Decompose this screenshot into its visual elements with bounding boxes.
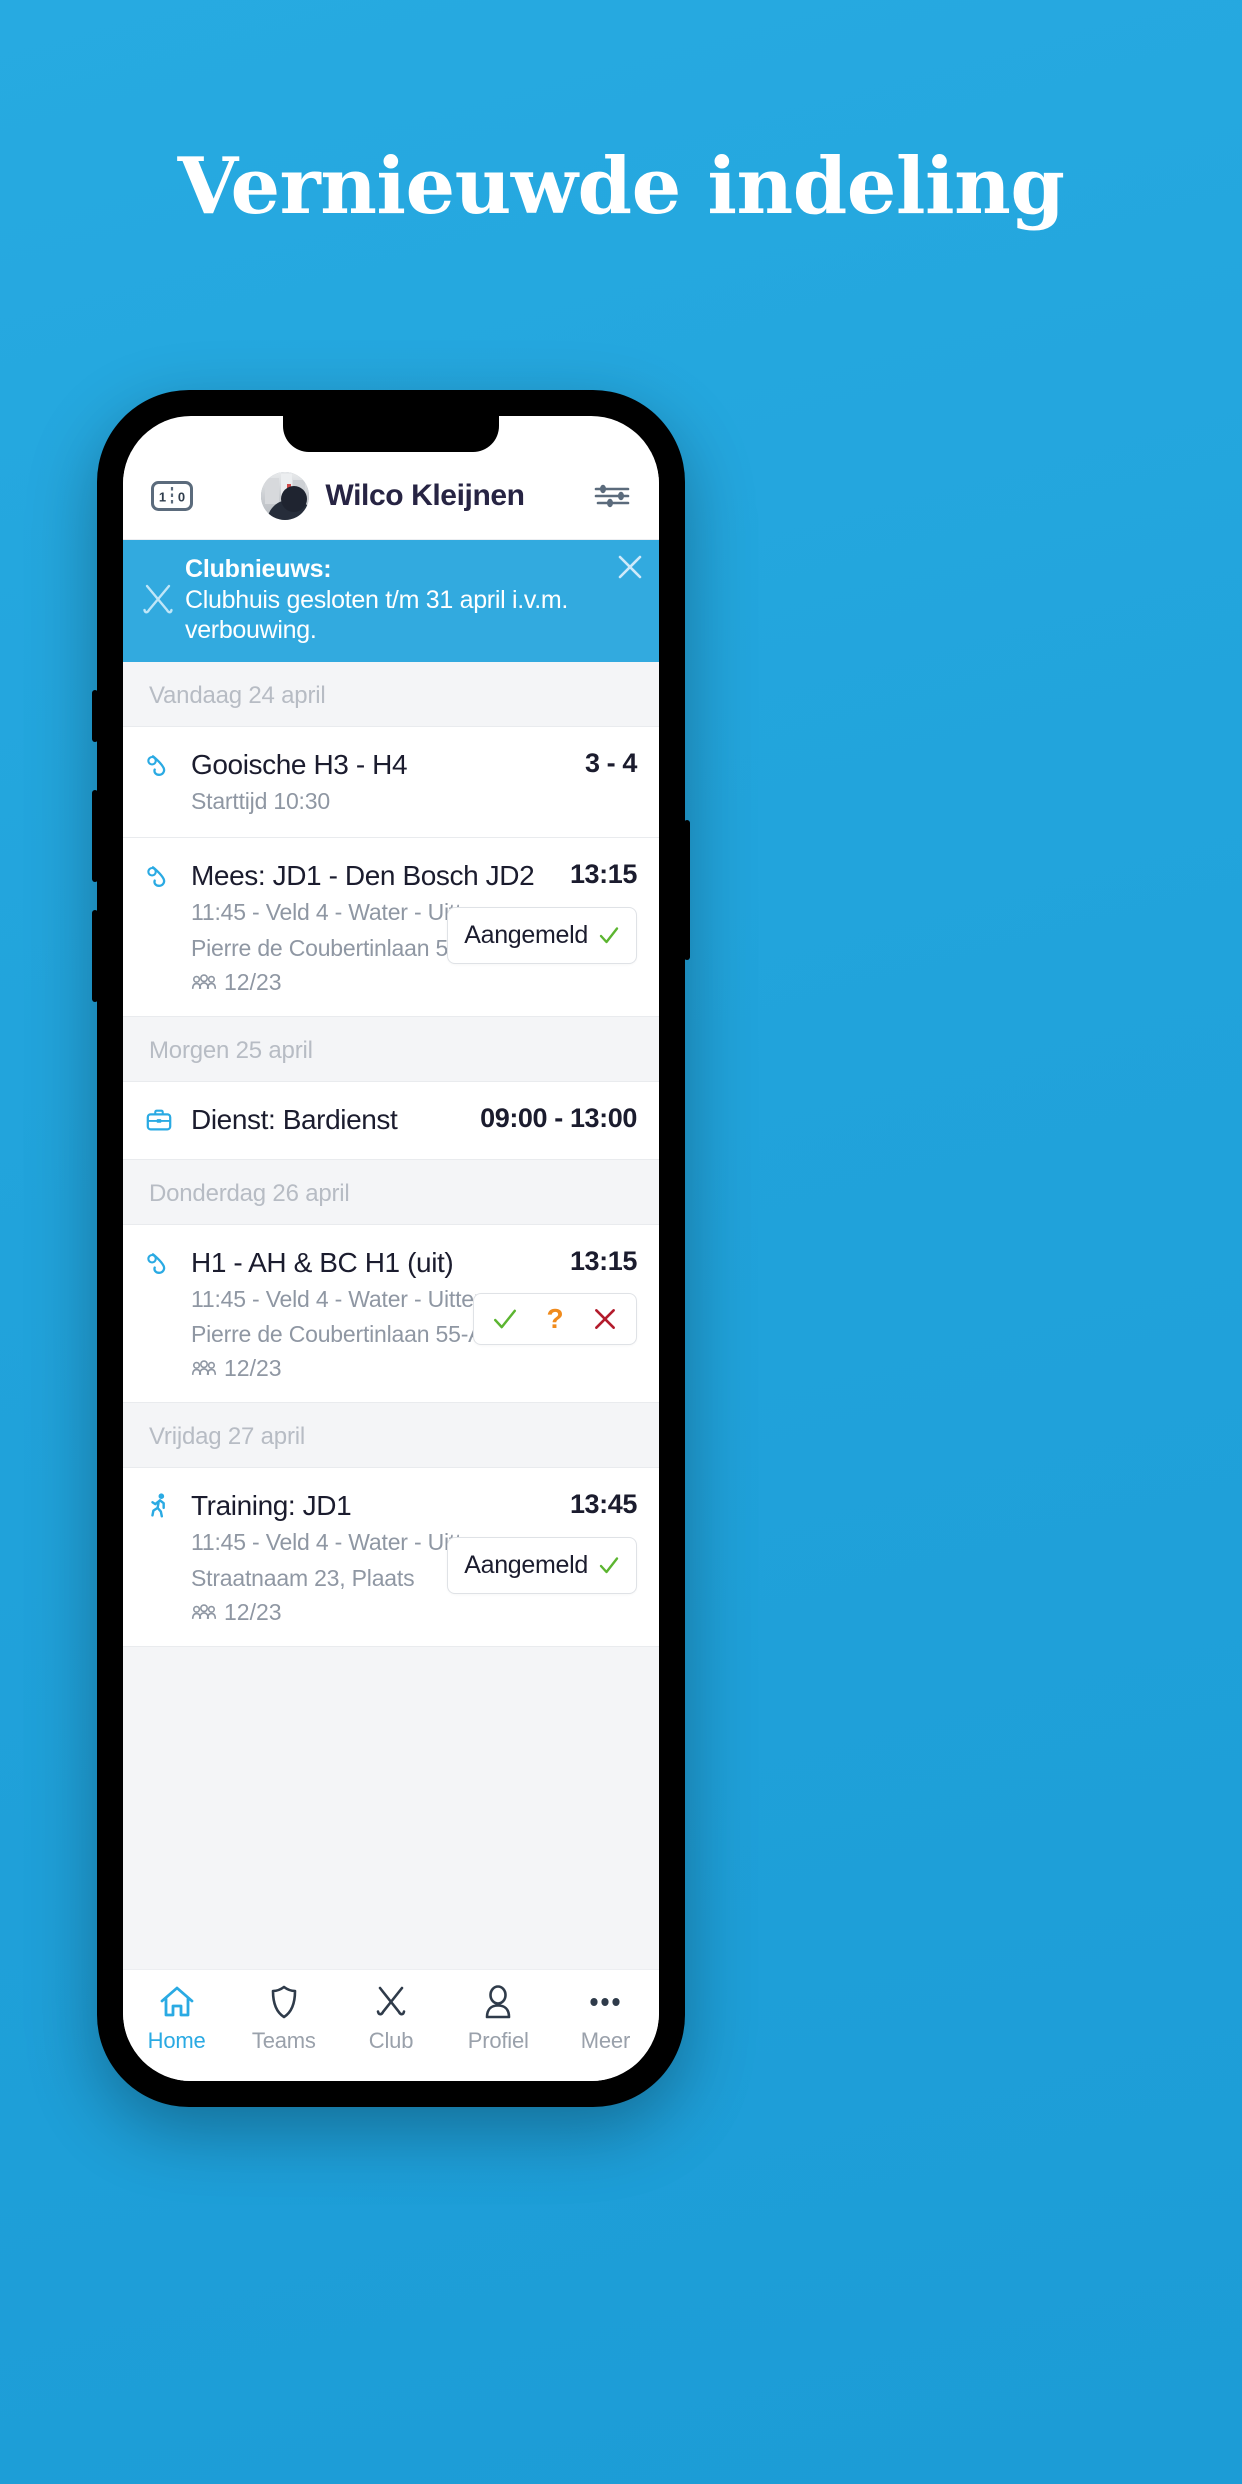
shield-icon bbox=[268, 1982, 300, 2022]
cross-icon bbox=[595, 1309, 615, 1330]
rsvp-yes-button[interactable] bbox=[490, 1304, 520, 1334]
event-subtitle: 11:45 - Veld 4 - Water - Uittenue bbox=[191, 1529, 512, 1556]
event-row[interactable]: Dienst: Bardienst 09:00 - 13:00 bbox=[123, 1080, 659, 1160]
event-attendance: 12/23 bbox=[191, 969, 437, 996]
tab-label: Home bbox=[147, 2028, 206, 2053]
banner-title: Clubnieuws: bbox=[185, 555, 332, 583]
attendance-count: 12/23 bbox=[224, 1598, 282, 1625]
avatar[interactable] bbox=[261, 471, 310, 520]
hockey-stick-ball-icon bbox=[145, 858, 179, 995]
people-icon bbox=[191, 1603, 217, 1619]
event-title: H1 - AH & BC H1 (uit) bbox=[191, 1246, 454, 1278]
event-attendance: 12/23 bbox=[191, 1355, 463, 1382]
page-title: Wilco Kleijnen bbox=[325, 478, 525, 512]
header-user[interactable]: Wilco Kleijnen bbox=[193, 471, 593, 520]
day-header: Morgen 25 april bbox=[123, 1016, 659, 1081]
list-bottom-spacer bbox=[123, 1646, 659, 1707]
event-row[interactable]: H1 - AH & BC H1 (uit) 11:45 - Veld 4 - W… bbox=[123, 1223, 659, 1404]
hockey-sticks-icon bbox=[373, 1982, 409, 2022]
home-icon bbox=[159, 1982, 195, 2022]
event-row[interactable]: Training: JD1 11:45 - Veld 4 - Water - U… bbox=[123, 1467, 659, 1647]
rsvp-maybe-button[interactable]: ? bbox=[540, 1304, 570, 1334]
tab-label: Meer bbox=[580, 2028, 631, 2053]
tab-profiel[interactable]: Profiel bbox=[445, 1982, 552, 2054]
attendance-status-button[interactable]: Aangemeld bbox=[447, 1536, 637, 1594]
attendance-count: 12/23 bbox=[224, 1355, 282, 1382]
event-time: 09:00 - 13:00 bbox=[480, 1102, 637, 1133]
briefcase-icon bbox=[145, 1102, 179, 1139]
app-header: 1 0 Wilco Kleijnen bbox=[123, 452, 659, 540]
page-title: Vernieuwde indeling bbox=[177, 141, 1065, 232]
rsvp-no-button[interactable] bbox=[590, 1304, 620, 1334]
attendance-status-button[interactable]: Aangemeld bbox=[447, 906, 637, 964]
status-label: Aangemeld bbox=[464, 1550, 588, 1579]
event-location: Straatnaam 23, Plaats bbox=[191, 1564, 415, 1591]
event-row[interactable]: Gooische H3 - H4 Starttijd 10:30 3 - 4 bbox=[123, 725, 659, 839]
tab-label: Club bbox=[368, 2028, 414, 2053]
close-icon[interactable] bbox=[617, 554, 643, 580]
tab-label: Teams bbox=[251, 2028, 316, 2053]
event-title: Gooische H3 - H4 bbox=[191, 748, 408, 780]
tab-home[interactable]: Home bbox=[123, 1982, 230, 2054]
sliders-icon[interactable] bbox=[593, 481, 631, 511]
event-subtitle: 11:45 - Veld 4 - Water - Uittenue bbox=[191, 899, 512, 926]
event-title: Dienst: Bardienst bbox=[191, 1103, 398, 1135]
svg-text:1: 1 bbox=[159, 489, 166, 504]
tab-teams[interactable]: Teams bbox=[230, 1982, 337, 2054]
event-subtitle: Starttijd 10:30 bbox=[191, 787, 330, 814]
phone-frame: 1 0 Wilco Kleijnen Clubnieuws: Clubhuis … bbox=[92, 390, 690, 2107]
tab-club[interactable]: Club bbox=[337, 1982, 444, 2054]
status-label: Aangemeld bbox=[464, 920, 588, 949]
day-header: Vrijdag 27 april bbox=[123, 1403, 659, 1468]
people-icon bbox=[191, 1360, 217, 1376]
tab-meer[interactable]: Meer bbox=[552, 1982, 659, 2054]
phone-volume-up-button bbox=[92, 790, 98, 882]
event-row[interactable]: Mees: JD1 - Den Bosch JD2 11:45 - Veld 4… bbox=[123, 838, 659, 1017]
hockey-stick-ball-icon bbox=[145, 747, 179, 818]
event-list[interactable]: Clubnieuws: Clubhuis gesloten t/m 31 apr… bbox=[123, 540, 659, 1969]
event-score: 3 - 4 bbox=[584, 747, 637, 778]
person-icon bbox=[482, 1982, 514, 2022]
check-icon bbox=[494, 1309, 516, 1329]
tab-label: Profiel bbox=[467, 2028, 529, 2053]
event-title: Training: JD1 bbox=[191, 1490, 352, 1522]
crossed-hockey-sticks-icon bbox=[141, 580, 175, 620]
rsvp-button-group[interactable]: ? bbox=[473, 1293, 637, 1346]
people-icon bbox=[191, 973, 217, 989]
phone-silent-switch bbox=[92, 690, 98, 742]
svg-text:0: 0 bbox=[178, 489, 185, 504]
day-header: Donderdag 26 april bbox=[123, 1159, 659, 1224]
hockey-stick-ball-icon bbox=[145, 1245, 179, 1382]
event-location: Pierre de Coubertinlaan 55-A, Almere bbox=[191, 1321, 567, 1348]
event-attendance: 12/23 bbox=[191, 1599, 437, 1626]
check-icon bbox=[599, 1557, 619, 1574]
club-news-banner[interactable]: Clubnieuws: Clubhuis gesloten t/m 31 apr… bbox=[123, 540, 659, 662]
banner-message: Clubhuis gesloten t/m 31 april i.v.m. ve… bbox=[185, 585, 569, 645]
day-header: Vandaag 24 april bbox=[123, 661, 659, 726]
attendance-count: 12/23 bbox=[224, 968, 282, 995]
check-icon bbox=[599, 927, 619, 944]
event-subtitle: 11:45 - Veld 4 - Water - Uittenue bbox=[191, 1285, 512, 1312]
scoreboard-icon[interactable]: 1 0 bbox=[151, 480, 193, 511]
running-person-icon bbox=[145, 1488, 179, 1625]
event-time: 13:15 bbox=[569, 859, 637, 890]
event-time: 13:45 bbox=[569, 1489, 637, 1520]
phone-screen: 1 0 Wilco Kleijnen Clubnieuws: Clubhuis … bbox=[123, 416, 659, 2081]
phone-notch bbox=[283, 416, 499, 452]
phone-power-button bbox=[684, 820, 690, 960]
event-time: 13:15 bbox=[569, 1245, 637, 1276]
phone-volume-down-button bbox=[92, 910, 98, 1002]
event-location: Pierre de Coubertinlaan 55-A, Almere bbox=[191, 934, 567, 961]
ellipsis-icon bbox=[588, 1982, 622, 2022]
question-mark-icon: ? bbox=[546, 1303, 564, 1335]
event-title: Mees: JD1 - Den Bosch JD2 bbox=[191, 860, 535, 892]
bottom-tab-bar: Home Teams Club Profiel Meer bbox=[123, 1969, 659, 2081]
